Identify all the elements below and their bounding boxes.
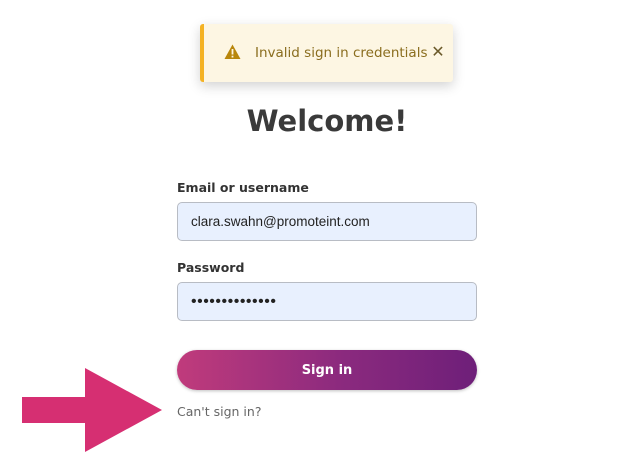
close-icon[interactable]: ✕ bbox=[429, 43, 447, 61]
toast-message: Invalid sign in credentials bbox=[255, 45, 428, 61]
arrow-right-icon bbox=[22, 368, 162, 452]
error-toast: Invalid sign in credentials ✕ bbox=[200, 24, 453, 82]
sign-in-button[interactable]: Sign in bbox=[177, 350, 477, 390]
password-field[interactable] bbox=[177, 282, 477, 321]
page-title: Welcome! bbox=[246, 104, 408, 138]
cant-sign-in-link[interactable]: Can't sign in? bbox=[177, 404, 261, 419]
password-label: Password bbox=[177, 260, 245, 275]
email-field[interactable] bbox=[177, 202, 477, 241]
email-label: Email or username bbox=[177, 180, 309, 195]
warning-icon bbox=[224, 44, 241, 59]
